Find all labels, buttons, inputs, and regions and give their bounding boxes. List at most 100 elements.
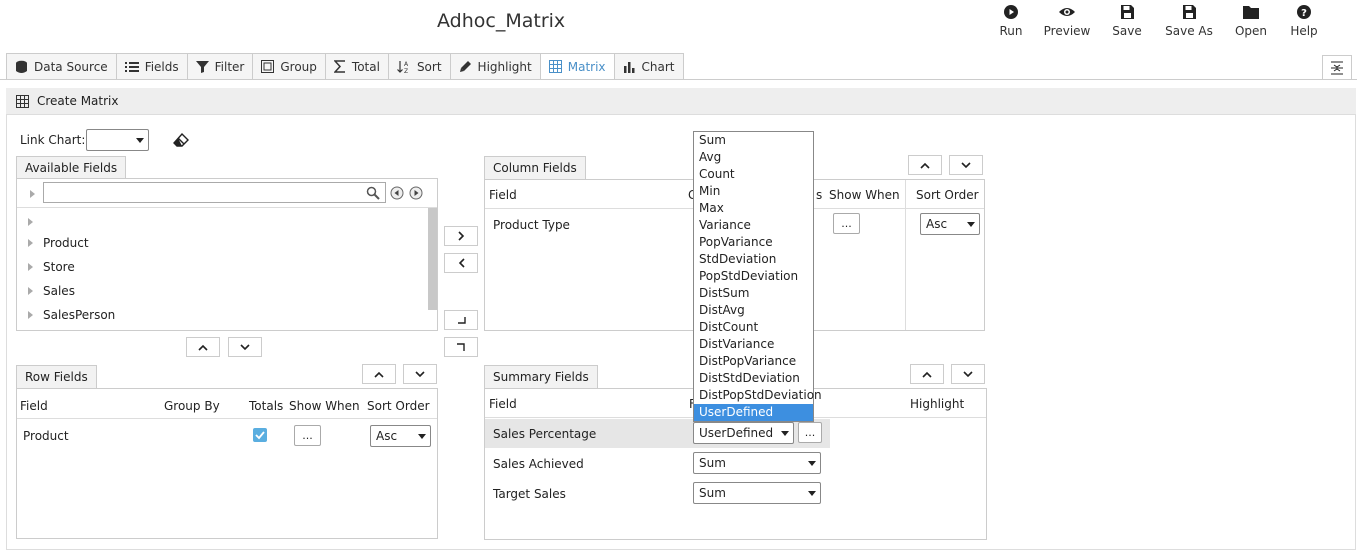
summary-fields-tab: Summary Fields xyxy=(484,365,598,388)
sort-order-select[interactable]: Asc xyxy=(370,425,431,447)
dropdown-option[interactable]: Min xyxy=(694,183,813,200)
column-header-field: Field xyxy=(489,397,517,411)
column-header-sort-order: Sort Order xyxy=(916,188,979,202)
column-fields-down-button[interactable] xyxy=(949,155,983,175)
user-defined-button[interactable]: ... xyxy=(798,422,822,443)
tab-total[interactable]: Total xyxy=(324,53,388,80)
column-header-sort-order: Sort Order xyxy=(367,399,430,413)
save-button[interactable]: Save xyxy=(1111,4,1143,38)
previous-icon[interactable] xyxy=(390,186,404,200)
svg-text:Z: Z xyxy=(404,68,408,74)
filter-icon xyxy=(195,61,209,73)
chevron-down-icon xyxy=(963,370,973,377)
dropdown-option[interactable]: PopStdDeviation xyxy=(694,268,813,285)
tab-data-source[interactable]: Data Source xyxy=(6,53,116,80)
next-icon[interactable] xyxy=(409,186,423,200)
chevron-up-icon xyxy=(198,344,208,351)
dropdown-option[interactable]: DistStdDeviation xyxy=(694,370,813,387)
dropdown-option[interactable]: DistCount xyxy=(694,319,813,336)
expand-icon[interactable] xyxy=(28,218,33,226)
column-header-field: Field xyxy=(489,188,517,202)
expand-icon xyxy=(28,287,33,295)
grid-icon xyxy=(16,94,29,108)
chevron-down-icon xyxy=(961,161,971,168)
dropdown-option[interactable]: Avg xyxy=(694,149,813,166)
add-to-summary-button[interactable] xyxy=(444,310,478,330)
sort-order-select[interactable]: Asc xyxy=(920,213,980,235)
column-fields-tab: Column Fields xyxy=(484,156,586,179)
function-value: UserDefined xyxy=(699,426,774,440)
tab-highlight[interactable]: Highlight xyxy=(449,53,540,80)
dropdown-option[interactable]: DistVariance xyxy=(694,336,813,353)
move-down-button[interactable] xyxy=(228,337,262,357)
collapse-button[interactable] xyxy=(1322,55,1352,80)
open-button[interactable]: Open xyxy=(1234,4,1268,38)
tab-sort[interactable]: AZ Sort xyxy=(387,53,450,80)
tab-chart[interactable]: Chart xyxy=(613,53,684,80)
move-up-button[interactable] xyxy=(186,337,220,357)
tab-matrix[interactable]: Matrix xyxy=(539,53,614,80)
add-to-column-button[interactable] xyxy=(444,226,478,246)
remove-from-column-button[interactable] xyxy=(444,253,478,273)
dropdown-option[interactable]: StdDeviation xyxy=(694,251,813,268)
help-button[interactable]: ? Help xyxy=(1289,4,1319,38)
summary-fields-down-button[interactable] xyxy=(951,364,985,384)
dropdown-option[interactable]: Sum xyxy=(694,132,813,149)
row-fields-up-button[interactable] xyxy=(362,364,396,384)
tree-item-sales[interactable]: Sales xyxy=(28,284,75,298)
run-button[interactable]: Run xyxy=(996,4,1026,38)
dropdown-option[interactable]: DistAvg xyxy=(694,302,813,319)
function-select[interactable]: UserDefined xyxy=(693,422,794,444)
tab-filter[interactable]: Filter xyxy=(186,53,253,80)
function-select[interactable]: Sum xyxy=(693,452,821,474)
dropdown-option[interactable]: Count xyxy=(694,166,813,183)
tab-label: Sort xyxy=(416,59,442,74)
tab-fields[interactable]: Fields xyxy=(115,53,187,80)
dropdown-option[interactable]: Max xyxy=(694,200,813,217)
dropdown-option[interactable]: DistPopVariance xyxy=(694,353,813,370)
search-icon[interactable] xyxy=(366,186,380,200)
panel-header: Create Matrix xyxy=(6,88,1356,115)
run-label: Run xyxy=(999,24,1023,38)
row-fields-down-button[interactable] xyxy=(403,364,437,384)
dropdown-option[interactable]: Variance xyxy=(694,217,813,234)
sort-icon: AZ xyxy=(397,60,409,74)
divider xyxy=(17,418,437,419)
summary-fields-up-button[interactable] xyxy=(910,364,944,384)
chevron-left-icon xyxy=(458,258,465,268)
page-title: Adhoc_Matrix xyxy=(437,10,566,32)
tab-label: Chart xyxy=(641,59,675,74)
tree-item-label: SalesPerson xyxy=(43,308,116,322)
eye-icon xyxy=(1059,8,1075,16)
sort-order-value: Asc xyxy=(376,429,398,443)
dropdown-option[interactable]: DistSum xyxy=(694,285,813,302)
show-when-button[interactable]: ... xyxy=(833,213,860,234)
grid-icon xyxy=(548,60,562,73)
link-chart-label: Link Chart: xyxy=(20,133,86,147)
expand-icon[interactable] xyxy=(30,190,35,198)
tab-group[interactable]: Group xyxy=(252,53,325,80)
tree-item-store[interactable]: Store xyxy=(28,260,75,274)
available-fields-search[interactable] xyxy=(43,182,386,203)
collapse-icon xyxy=(1331,61,1343,74)
column-fields-up-button[interactable] xyxy=(908,155,942,175)
function-dropdown-list[interactable]: Sum Avg Count Min Max Variance PopVariance StdD… xyxy=(693,131,822,422)
eraser-icon[interactable] xyxy=(173,133,189,147)
dropdown-option[interactable]: PopVariance xyxy=(694,234,813,251)
tab-label: Group xyxy=(280,59,317,74)
save-as-button[interactable]: Save As xyxy=(1164,4,1214,38)
summary-field-name: Target Sales xyxy=(493,487,566,501)
function-select[interactable]: Sum xyxy=(693,482,821,504)
tree-item-salesperson[interactable]: SalesPerson xyxy=(28,308,115,322)
preview-button[interactable]: Preview xyxy=(1043,4,1091,38)
remove-from-summary-button[interactable] xyxy=(444,337,478,357)
link-chart-select[interactable] xyxy=(86,129,149,151)
floppy-disk-icon xyxy=(1121,5,1134,19)
column-field-name: Product Type xyxy=(493,218,570,232)
scrollbar-thumb[interactable] xyxy=(428,208,437,310)
show-when-button[interactable]: ... xyxy=(294,425,321,446)
tree-item-product[interactable]: Product xyxy=(28,236,89,250)
dropdown-option[interactable]: DistPopStdDeviation xyxy=(694,387,822,404)
totals-checkbox[interactable] xyxy=(253,428,267,442)
dropdown-option[interactable]: UserDefined xyxy=(694,404,813,421)
